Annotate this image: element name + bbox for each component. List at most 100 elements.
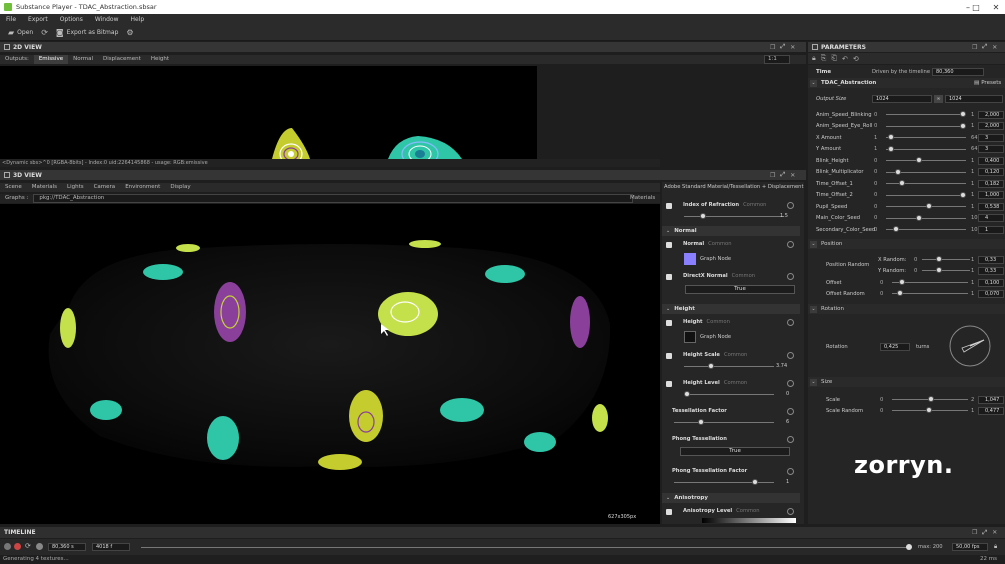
lock-icon[interactable]: 🔒︎	[812, 54, 816, 63]
param-value-field[interactable]: 3	[978, 145, 1004, 153]
close-panel-icon[interactable]: ✕	[790, 172, 795, 179]
maximize-panel-icon[interactable]: ⤢	[982, 43, 987, 51]
tab-height[interactable]: Height	[146, 55, 174, 64]
view3d-canvas[interactable]: 627x305px	[0, 204, 660, 524]
param-slider[interactable]	[960, 191, 966, 198]
normal-checkbox[interactable]	[666, 242, 672, 248]
tab-display[interactable]: Display	[165, 183, 195, 192]
tessellation-reset-icon[interactable]	[787, 408, 794, 415]
rotation-value-field[interactable]: 0,425	[880, 343, 910, 351]
aniso-checkbox[interactable]	[666, 509, 672, 515]
paste-icon[interactable]: ⎗	[831, 54, 837, 63]
param-value-field[interactable]: 2,000	[978, 110, 1004, 119]
param-value-field[interactable]: 0,400	[978, 156, 1004, 165]
record-icon[interactable]	[14, 543, 21, 550]
height-thumbnail[interactable]	[684, 331, 696, 343]
close-panel-icon[interactable]: ✕	[992, 44, 997, 51]
play-icon[interactable]	[4, 543, 11, 550]
tab-displacement[interactable]: Displacement	[98, 55, 146, 64]
timeline-playhead[interactable]	[906, 544, 912, 550]
menu-file[interactable]: File	[0, 16, 22, 23]
output-size-height-select[interactable]: 1024	[945, 95, 1003, 103]
offset-random-value[interactable]: 0,070	[978, 289, 1004, 298]
directx-checkbox[interactable]	[666, 274, 672, 280]
tab-lights[interactable]: Lights	[62, 183, 89, 192]
timeline-time-field[interactable]: 80,360 s	[48, 543, 86, 551]
timeline-frame-field[interactable]: 4018 f	[92, 543, 130, 551]
directx-toggle-button[interactable]: True	[685, 285, 795, 294]
param-value-field[interactable]: 3	[978, 133, 1004, 142]
menu-window[interactable]: Window	[89, 16, 125, 23]
x-random-slider[interactable]	[935, 256, 942, 262]
x-random-value[interactable]: 0,33	[978, 255, 1004, 264]
height-scale-reset-icon[interactable]	[787, 352, 794, 359]
rotation-section-header[interactable]: ⌄ Rotation	[808, 304, 1005, 314]
tessellation-slider[interactable]	[698, 419, 704, 425]
phong-factor-slider[interactable]	[752, 479, 758, 485]
loop-icon[interactable]: ⟳	[25, 542, 31, 550]
y-random-value[interactable]: 0,33	[978, 266, 1004, 275]
offset-slider[interactable]	[899, 279, 905, 285]
param-value-field[interactable]: 0,538	[978, 202, 1004, 211]
y-random-slider[interactable]	[935, 267, 942, 273]
maximize-panel-icon[interactable]: ⤢	[780, 43, 785, 51]
height-level-checkbox[interactable]	[666, 381, 672, 387]
offset-random-slider[interactable]	[896, 290, 903, 296]
tab-camera[interactable]: Camera	[89, 183, 121, 192]
export-bitmap-button[interactable]: ◙ Export as Bitmap	[56, 28, 119, 37]
normal-thumbnail[interactable]	[684, 253, 696, 265]
view2d-canvas[interactable]	[0, 66, 537, 159]
param-value-field[interactable]: 2,000	[978, 122, 1004, 130]
phong-reset-icon[interactable]	[787, 436, 794, 443]
float-icon[interactable]: ❐	[770, 44, 775, 51]
scale-value[interactable]: 1,047	[978, 395, 1004, 404]
graph-section-header[interactable]: ⌄ TDAC_Abstraction ▤ Presets	[808, 78, 1005, 88]
directx-reset-icon[interactable]	[787, 273, 794, 280]
link-icon[interactable]: ∞	[934, 95, 943, 103]
maximize-panel-icon[interactable]: ⤢	[982, 529, 987, 537]
menu-options[interactable]: Options	[54, 16, 89, 23]
close-panel-icon[interactable]: ✕	[790, 44, 795, 51]
normal-reset-icon[interactable]	[787, 241, 794, 248]
refresh-icon[interactable]: ⟳	[41, 28, 48, 37]
tab-environment[interactable]: Environment	[120, 183, 165, 192]
height-scale-slider[interactable]	[708, 363, 714, 369]
rotation-dial[interactable]	[948, 324, 992, 368]
height-scale-checkbox[interactable]	[666, 353, 672, 359]
param-value-field[interactable]: 1	[978, 225, 1004, 234]
size-section-header[interactable]: ⌄ Size	[808, 377, 1005, 387]
param-value-field[interactable]: 1,000	[978, 191, 1004, 199]
section-height[interactable]: ⌄ Height	[662, 304, 800, 314]
param-value-field[interactable]: 4	[978, 214, 1004, 222]
param-slider[interactable]	[894, 168, 901, 175]
param-slider[interactable]	[960, 122, 966, 129]
param-slider[interactable]	[893, 226, 900, 232]
presets-button[interactable]: ▤ Presets	[974, 80, 1001, 86]
param-slider[interactable]	[915, 214, 922, 221]
phong-toggle-button[interactable]: True	[680, 447, 790, 456]
offset-value[interactable]: 0,100	[978, 278, 1004, 287]
close-icon[interactable]: ✕	[986, 0, 1005, 14]
zoom-select[interactable]: 1:1	[764, 55, 790, 64]
phong-factor-reset-icon[interactable]	[787, 468, 794, 475]
scale-random-value[interactable]: 0,477	[978, 406, 1004, 415]
output-size-width-select[interactable]: 1024	[872, 95, 932, 103]
ior-slider[interactable]	[700, 213, 706, 219]
float-icon[interactable]: ❐	[972, 529, 977, 536]
tab-materials[interactable]: Materials	[27, 183, 62, 192]
menu-export[interactable]: Export	[22, 16, 54, 23]
time-value-field[interactable]: 80,360	[932, 68, 984, 76]
param-slider[interactable]	[899, 180, 906, 186]
param-value-field[interactable]: 0,182	[978, 179, 1004, 188]
reset-icon[interactable]: ⟲	[853, 55, 859, 63]
ior-reset-icon[interactable]	[787, 202, 794, 209]
settings-gear-icon[interactable]: ⚙	[126, 28, 133, 37]
materials-label[interactable]: Materials	[630, 194, 662, 203]
maximize-icon[interactable]: □	[966, 0, 986, 14]
param-slider[interactable]	[915, 157, 922, 163]
maximize-panel-icon[interactable]: ⤢	[780, 171, 785, 179]
lock-icon[interactable]: 🔒︎	[994, 543, 997, 551]
param-value-field[interactable]: 0,120	[978, 168, 1004, 176]
close-panel-icon[interactable]: ✕	[992, 529, 997, 536]
float-icon[interactable]: ❐	[770, 172, 775, 179]
